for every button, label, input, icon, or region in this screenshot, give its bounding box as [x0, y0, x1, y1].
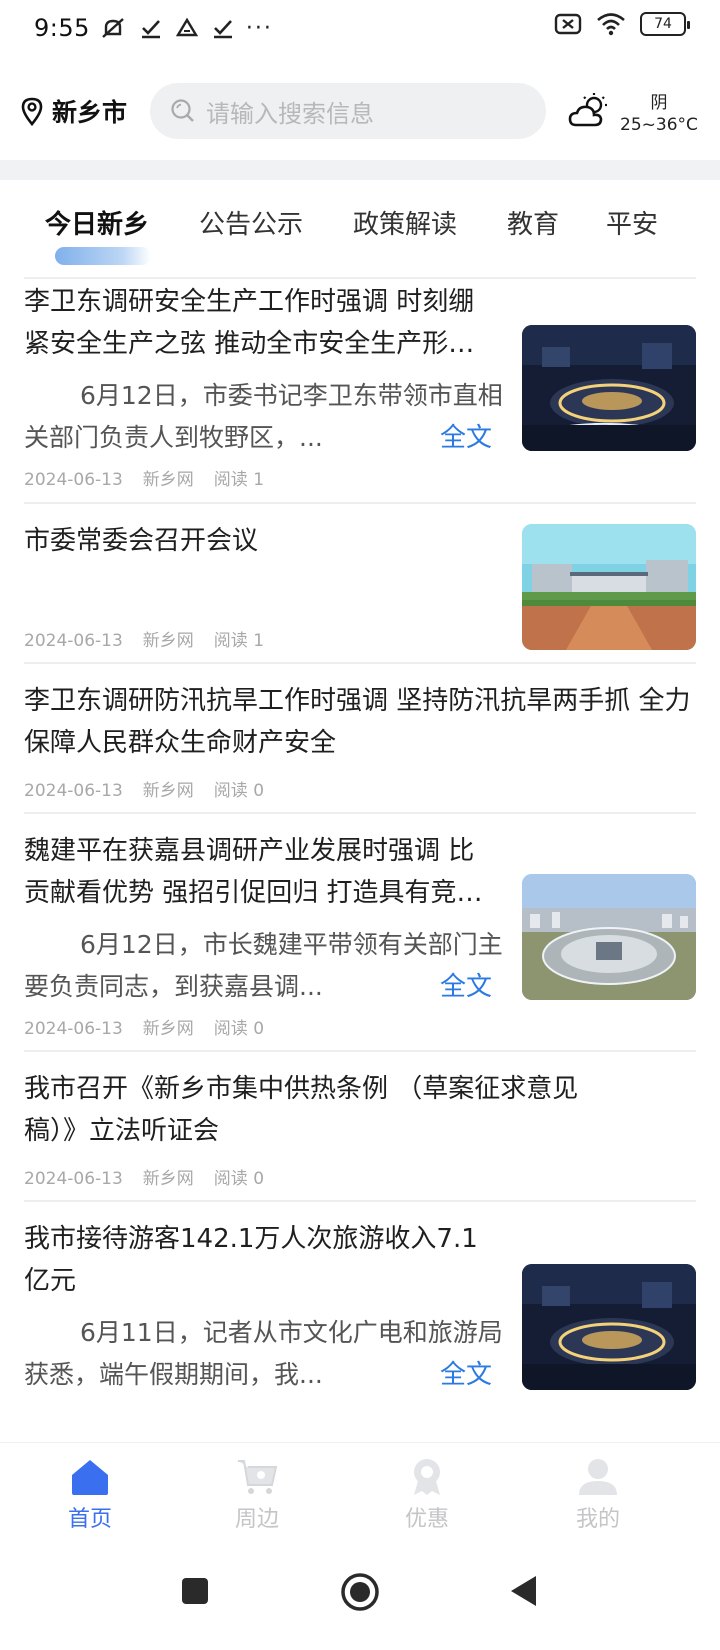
news-summary: 6月11日，记者从市文化广电和旅游局获悉，端午假期期间，我...	[24, 1312, 504, 1396]
nav-offers-label: 优惠	[404, 1507, 449, 1532]
aerial-stadium-photo[interactable]	[522, 874, 696, 1000]
news-date: 2024-06-13	[24, 1169, 123, 1189]
news-item[interactable]: 李卫东调研防汛抗旱工作时强调 坚持防汛抗旱两手抓 全力保障人民群众生命财产安全 …	[24, 664, 696, 814]
wifi-icon	[597, 13, 625, 36]
news-meta: 2024-06-13 新乡网 阅读 0	[24, 776, 284, 801]
news-reads: 阅读 0	[213, 1169, 265, 1189]
news-reads: 阅读 0	[213, 1019, 265, 1039]
news-item[interactable]: 李卫东调研安全生产工作时强调 时刻绷紧安全生产之弦 推动全市安全生产形势持续稳定…	[24, 279, 696, 504]
news-reads: 阅读 1	[213, 631, 265, 651]
battery-level: 74	[654, 16, 672, 32]
news-date: 2024-06-13	[24, 781, 123, 801]
news-item[interactable]: 我市召开《新乡市集中供热条例 （草案征求意见稿）》立法听证会 2024-06-1…	[24, 1052, 696, 1202]
city-name: 新乡市	[52, 98, 128, 127]
news-item[interactable]: 我市接待游客142.1万人次旅游收入7.1亿元 6月11日，记者从市文化广电和旅…	[24, 1202, 696, 1442]
search-icon	[171, 99, 194, 122]
section-divider	[0, 160, 720, 180]
app-header: 新乡市 请输入搜索信息 阴 25~36°C	[0, 76, 720, 146]
battery-icon: 74	[640, 12, 690, 36]
news-title: 魏建平在获嘉县调研产业发展时强调 比贡献看优势 强招引促回归 打造具有竞争力的产…	[24, 836, 483, 908]
news-source: 新乡网	[142, 1019, 194, 1039]
news-source: 新乡网	[142, 470, 194, 490]
active-tab-indicator	[55, 247, 151, 265]
home-icon	[72, 1460, 108, 1495]
news-source: 新乡网	[142, 781, 194, 801]
news-list: 李卫东调研安全生产工作时强调 时刻绷紧安全生产之弦 推动全市安全生产形势持续稳定…	[0, 279, 720, 1442]
tab-education[interactable]: 教育	[507, 204, 559, 241]
back-button[interactable]	[508, 1574, 538, 1608]
more-notifications-icon: ···	[245, 15, 273, 41]
tab-today-xinxiang[interactable]: 今日新乡	[45, 204, 149, 241]
nav-offers[interactable]: 优惠	[377, 1457, 477, 1533]
status-notification-icons	[100, 16, 234, 40]
award-icon	[414, 1459, 440, 1495]
status-time: 9:55	[34, 14, 90, 42]
news-title: 我市召开《新乡市集中供热条例 （草案征求意见稿）》立法听证会	[24, 1074, 579, 1146]
city-night-building-photo[interactable]	[522, 325, 696, 451]
person-icon	[579, 1459, 617, 1495]
nav-home[interactable]: 首页	[40, 1457, 140, 1533]
cart-icon	[238, 1460, 278, 1494]
search-placeholder: 请输入搜索信息	[206, 99, 374, 128]
news-summary-text: 6月12日，市长魏建平带领有关部门主要负责同志，到获嘉县调...	[24, 930, 503, 1001]
status-bar: 9:55 ··· 74	[0, 0, 720, 56]
cloudy-weather-icon	[568, 93, 607, 127]
full-text-link[interactable]: 全文	[434, 417, 493, 454]
sim-off-icon	[554, 13, 582, 35]
news-item[interactable]: 魏建平在获嘉县调研产业发展时强调 比贡献看优势 强招引促回归 打造具有竞争力的产…	[24, 814, 696, 1052]
news-meta: 2024-06-13 新乡网 阅读 0	[24, 1014, 284, 1039]
news-reads: 阅读 0	[213, 781, 265, 801]
news-meta: 2024-06-13 新乡网 阅读 0	[24, 1164, 284, 1189]
weather-condition: 阴	[650, 92, 668, 113]
news-title: 我市接待游客142.1万人次旅游收入7.1亿元	[24, 1224, 478, 1296]
drive-icon	[175, 17, 198, 37]
full-text-link[interactable]: 全文	[434, 1354, 493, 1391]
search-input[interactable]: 请输入搜索信息	[150, 83, 546, 139]
bottom-navigation: 首页 周边 优惠 我的	[0, 1442, 720, 1546]
tab-safety[interactable]: 平安	[606, 204, 658, 241]
location-pin-icon	[21, 97, 43, 126]
mute-icon	[102, 18, 124, 38]
news-summary-text: 6月11日，记者从市文化广电和旅游局获悉，端午假期期间，我...	[24, 1318, 503, 1389]
weather-info: 阴 25~36°C	[620, 88, 698, 135]
check-icon	[213, 20, 232, 39]
status-system-icons: 74	[554, 12, 690, 36]
nav-profile[interactable]: 我的	[548, 1457, 648, 1533]
news-date: 2024-06-13	[24, 470, 123, 490]
tab-policy[interactable]: 政策解读	[353, 204, 457, 241]
news-reads: 阅读 1	[213, 470, 265, 490]
news-item[interactable]: 市委常委会召开会议 2024-06-13 新乡网 阅读 1	[24, 504, 696, 664]
weather-widget[interactable]: 阴 25~36°C	[568, 88, 698, 135]
news-summary-text: 6月12日，市委书记李卫东带领市直相关部门负责人到牧野区，...	[24, 381, 503, 452]
news-meta: 2024-06-13 新乡网 阅读 1	[24, 465, 284, 490]
location-selector[interactable]: 新乡市	[20, 93, 138, 129]
nav-profile-label: 我的	[575, 1507, 620, 1532]
news-date: 2024-06-13	[24, 1019, 123, 1039]
category-tabs: 今日新乡 公告公示 政策解读 教育 平安	[0, 180, 720, 276]
news-date: 2024-06-13	[24, 631, 123, 651]
news-summary: 6月12日，市长魏建平带领有关部门主要负责同志，到获嘉县调...	[24, 924, 504, 1008]
news-source: 新乡网	[142, 631, 194, 651]
news-summary: 6月12日，市委书记李卫东带领市直相关部门负责人到牧野区，...	[24, 375, 504, 459]
recent-apps-button[interactable]	[180, 1576, 210, 1606]
news-source: 新乡网	[142, 1169, 194, 1189]
check-icon	[141, 20, 160, 39]
system-navigation-bar	[0, 1546, 720, 1650]
weather-temperature: 25~36°C	[620, 114, 698, 135]
nav-home-label: 首页	[67, 1507, 112, 1532]
government-building-plaza-photo[interactable]	[522, 524, 696, 650]
news-title: 李卫东调研安全生产工作时强调 时刻绷紧安全生产之弦 推动全市安全生产形势持续稳定…	[24, 287, 475, 359]
news-title: 李卫东调研防汛抗旱工作时强调 坚持防汛抗旱两手抓 全力保障人民群众生命财产安全	[24, 686, 691, 758]
nav-nearby[interactable]: 周边	[207, 1457, 307, 1533]
news-meta: 2024-06-13 新乡网 阅读 1	[24, 626, 284, 651]
tab-announcements[interactable]: 公告公示	[199, 204, 303, 241]
full-text-link[interactable]: 全文	[434, 966, 493, 1003]
news-title: 市委常委会召开会议	[24, 526, 259, 556]
city-night-building-photo[interactable]	[522, 1264, 696, 1390]
home-button[interactable]	[340, 1572, 380, 1612]
nav-nearby-label: 周边	[234, 1507, 279, 1532]
